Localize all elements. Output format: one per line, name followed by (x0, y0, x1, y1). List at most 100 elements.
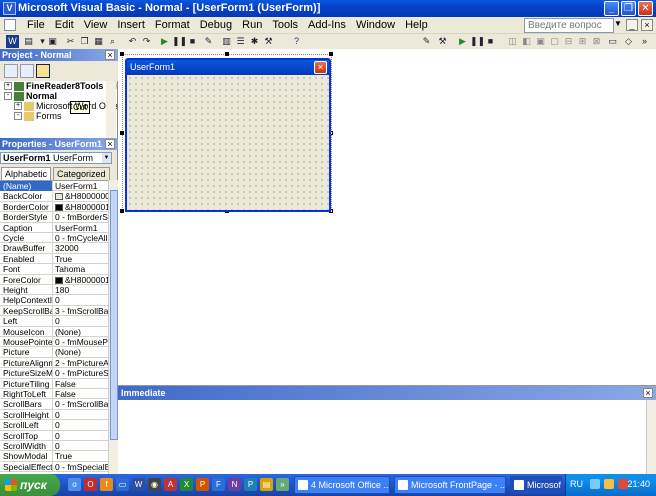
property-value[interactable]: 3 - fmScrollBar (54, 306, 108, 316)
reset-icon[interactable]: ■ (186, 35, 199, 48)
access-icon[interactable]: A (164, 478, 177, 491)
copy-icon[interactable]: ❐ (78, 35, 91, 48)
mdi-close-button[interactable]: × (641, 19, 653, 31)
property-row[interactable]: SpecialEffect 0 - fmSpecialEf (0, 461, 108, 473)
view-object-icon[interactable] (20, 64, 34, 78)
chevron-down-icon[interactable]: ▼ (102, 153, 111, 163)
menu-add-ins[interactable]: Add-Ins (303, 19, 351, 32)
view-word-icon[interactable]: W (6, 35, 19, 48)
property-row[interactable]: Font Tahoma (0, 264, 108, 275)
paste-icon[interactable]: ▦ (92, 35, 105, 48)
undo-icon[interactable]: ↶ (126, 35, 139, 48)
resize-handle[interactable] (120, 52, 124, 56)
property-row[interactable]: ScrollTop 0 (0, 430, 108, 441)
design-mode-icon[interactable]: ✎ (202, 35, 215, 48)
frontpage-icon[interactable]: F (212, 478, 225, 491)
close-icon[interactable]: × (314, 61, 327, 74)
toolbar-options-icon[interactable]: » (638, 35, 651, 48)
align-icon[interactable]: ⊟ (562, 35, 575, 48)
reset-icon[interactable]: ■ (484, 35, 497, 48)
taskbar-button[interactable]: Microsoft Word (510, 476, 562, 494)
zoom-icon[interactable]: ▭ (606, 35, 619, 48)
resize-handle[interactable] (329, 52, 333, 56)
save-icon[interactable]: ▣ (46, 35, 59, 48)
toggle-folders-icon[interactable] (36, 64, 50, 78)
property-row[interactable]: ShowModal True (0, 451, 108, 462)
property-row[interactable]: BorderColor &H8000001 (0, 201, 108, 213)
menu-file[interactable]: File (22, 19, 50, 32)
object-select[interactable]: UserForm1 UserForm ▼ (0, 152, 112, 164)
property-row[interactable]: Caption UserForm1 (0, 222, 108, 233)
vertical-scrollbar[interactable] (108, 180, 118, 474)
send-to-back-icon[interactable]: ◧ (520, 35, 533, 48)
property-row[interactable]: Enabled True (0, 253, 108, 265)
redo-icon[interactable]: ↷ (140, 35, 153, 48)
collapse-icon[interactable]: - (14, 112, 22, 120)
property-row[interactable]: BackColor &H8000000 (0, 191, 108, 202)
tab-alphabetic[interactable]: Alphabetic (1, 167, 52, 180)
close-icon[interactable]: × (643, 388, 653, 398)
powerpoint-icon[interactable]: P (196, 478, 209, 491)
mdi-minimize-button[interactable]: _ (626, 19, 638, 31)
property-row[interactable]: ForeColor &H8000001 (0, 274, 108, 285)
property-row[interactable]: KeepScrollBarsV3 - fmScrollBar (0, 305, 108, 317)
property-row[interactable]: ScrollWidth 0 (0, 441, 108, 452)
property-value[interactable]: UserForm1 (54, 223, 108, 233)
view-code-icon[interactable] (4, 64, 18, 78)
zoom-icon[interactable]: ◇ (622, 35, 635, 48)
immediate-window[interactable]: Immediate × (118, 385, 656, 475)
property-value[interactable]: (None) (54, 347, 108, 357)
make-same-size-icon[interactable]: ⊠ (590, 35, 603, 48)
toolbox-icon[interactable]: ⚒ (262, 35, 275, 48)
property-row[interactable]: DrawBuffer 32000 (0, 243, 108, 254)
menu-view[interactable]: View (79, 19, 113, 32)
center-icon[interactable]: ⊞ (576, 35, 589, 48)
property-row[interactable]: ScrollBars 0 - fmScrollBar (0, 399, 108, 410)
menu-window[interactable]: Window (351, 19, 400, 32)
property-value[interactable]: &H8000000 (54, 191, 108, 201)
property-value[interactable]: True (54, 254, 108, 264)
menu-edit[interactable]: Edit (50, 19, 79, 32)
firefox-icon[interactable]: f (100, 478, 113, 491)
property-value[interactable]: 0 (54, 316, 108, 326)
property-value[interactable]: True (54, 451, 108, 461)
property-row[interactable]: BorderStyle 0 - fmBorderSt (0, 212, 108, 223)
property-value[interactable]: 0 - fmMousePo (54, 337, 108, 347)
ungroup-icon[interactable]: ▢ (548, 35, 561, 48)
expand-icon[interactable]: + (14, 102, 22, 110)
tab-categorized[interactable]: Categorized (53, 167, 110, 180)
scroll-thumb[interactable] (110, 190, 118, 440)
menu-tools[interactable]: Tools (267, 19, 303, 32)
start-button[interactable]: пуск (0, 474, 60, 496)
property-value[interactable]: 2 - fmPictureAl (54, 358, 108, 368)
menu-help[interactable]: Help (400, 19, 433, 32)
tree-item[interactable]: - Forms (14, 111, 62, 121)
property-row[interactable]: Height 180 (0, 285, 108, 296)
userform[interactable]: UserForm1 × (125, 58, 331, 212)
property-row[interactable]: PictureAlignmen2 - fmPictureAl (0, 357, 108, 369)
property-row[interactable]: Cycle 0 - fmCycleAllF (0, 233, 108, 244)
run-icon[interactable]: ▶ (456, 35, 469, 48)
bring-to-front-icon[interactable]: ◫ (506, 35, 519, 48)
property-value[interactable]: 0 - fmScrollBar (54, 399, 108, 409)
property-row[interactable]: ScrollLeft 0 (0, 420, 108, 431)
network-icon[interactable] (590, 479, 600, 489)
project-explorer-icon[interactable]: ▥ (220, 35, 233, 48)
break-icon[interactable]: ❚❚ (172, 35, 187, 48)
collapse-icon[interactable]: - (4, 92, 12, 100)
resize-handle[interactable] (225, 52, 229, 56)
resize-handle[interactable] (120, 209, 124, 213)
object-browser-icon[interactable]: ✱ (248, 35, 261, 48)
property-value[interactable]: 0 (54, 420, 108, 430)
tree-item[interactable]: + FineReader8Tools (Fi (4, 81, 117, 91)
property-value[interactable]: False (54, 389, 108, 399)
close-icon[interactable]: × (105, 50, 115, 60)
menu-run[interactable]: Run (237, 19, 267, 32)
property-row[interactable]: Left 0 (0, 316, 108, 327)
help-icon[interactable]: ? (290, 35, 303, 48)
folder-icon[interactable]: ▤ (260, 478, 273, 491)
expand-icon[interactable]: + (4, 82, 12, 90)
userform-grid[interactable] (127, 75, 329, 210)
close-button[interactable]: ✕ (638, 1, 653, 16)
property-value[interactable]: 0 - fmSpecialEf (54, 462, 108, 472)
